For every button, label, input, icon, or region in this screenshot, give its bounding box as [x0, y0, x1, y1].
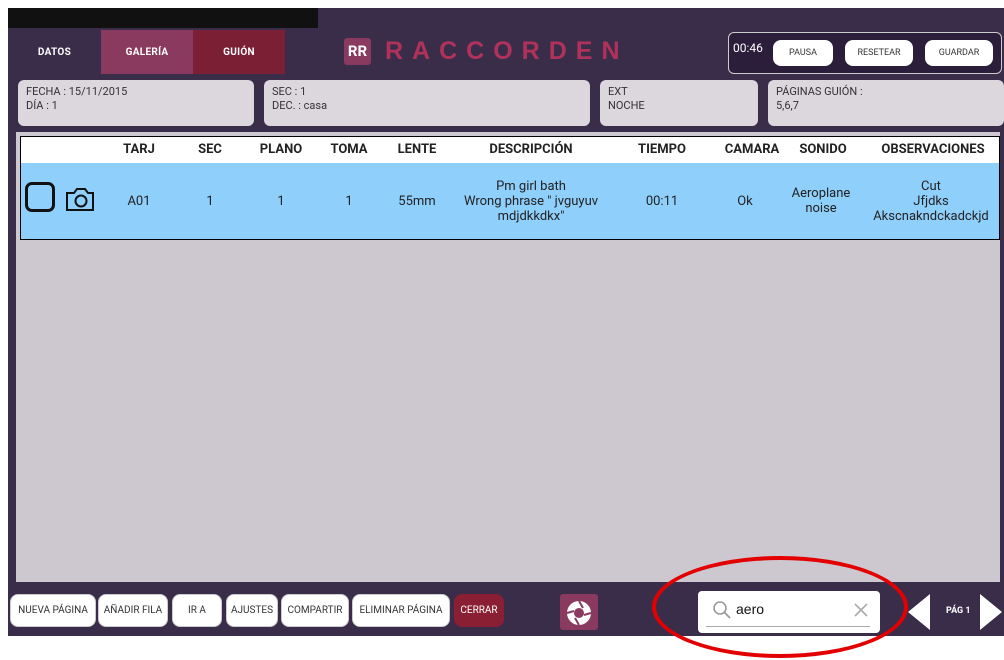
col-tarj: TARJ: [123, 142, 155, 157]
script-grid: TARJ SEC PLANO TOMA LENTE DESCRIPCIÓN TI…: [16, 132, 1000, 582]
fecha-label: FECHA : 15/11/2015: [26, 85, 128, 98]
cell-plano: 1: [277, 193, 285, 209]
clear-icon[interactable]: [854, 603, 868, 617]
sonido-line: noise: [805, 201, 837, 216]
search-box: [698, 591, 880, 633]
sequence-panel: SEC : 1 DEC. : casa: [264, 80, 590, 126]
cell-tarj: A01: [127, 193, 151, 209]
col-plano: PLANO: [259, 142, 303, 157]
bottom-toolbar: NUEVA PÁGINA AÑADIR FILA IR A AJUSTES CO…: [8, 588, 1004, 636]
go-to-button[interactable]: IR A: [172, 594, 222, 627]
sonido-line: Aeroplane: [791, 186, 851, 201]
tab-datos[interactable]: DATOS: [8, 30, 101, 74]
pause-button[interactable]: PAUSA: [773, 40, 833, 66]
status-strip-right: [318, 8, 1004, 28]
cell-sonido: Aeroplane noise: [781, 163, 861, 239]
status-strip: [8, 8, 318, 28]
cell-tiempo: 00:11: [645, 193, 679, 209]
pages-panel: PÁGINAS GUIÓN : 5,6,7: [768, 80, 1004, 126]
settings-button[interactable]: AJUSTES: [226, 594, 278, 627]
cell-camara: Ok: [737, 193, 753, 209]
table-row[interactable]: A01 1 1 1 55mm Pm girl bath Wrong phrase…: [21, 163, 999, 239]
observaciones-line: Jfjdks: [913, 193, 949, 209]
tab-guion[interactable]: GUIÓN: [193, 30, 285, 74]
new-page-button[interactable]: NUEVA PÁGINA: [10, 594, 96, 627]
close-button[interactable]: CERRAR: [454, 594, 504, 627]
script-table: TARJ SEC PLANO TOMA LENTE DESCRIPCIÓN TI…: [20, 136, 1000, 240]
descripcion-line: Pm girl bath: [496, 178, 566, 194]
ext-label: EXT: [608, 85, 628, 98]
app-window: DATOS GALERÍA GUIÓN RR RACCORDEN 00:46 P…: [8, 8, 1004, 636]
cell-lente: 55mm: [398, 193, 436, 209]
noche-label: NOCHE: [608, 99, 645, 112]
cell-sec: 1: [206, 193, 214, 209]
col-sonido: SONIDO: [799, 142, 847, 157]
dec-label: DEC. : casa: [272, 99, 328, 112]
search-input[interactable]: [706, 591, 870, 627]
cell-toma: 1: [345, 193, 353, 209]
table-header: TARJ SEC PLANO TOMA LENTE DESCRIPCIÓN TI…: [21, 137, 999, 164]
timer-panel: 00:46 PAUSA RESETEAR GUARDAR: [728, 32, 1002, 74]
col-tiempo: TIEMPO: [638, 142, 686, 157]
logo-mark: RR: [344, 37, 371, 65]
col-camara: CAMARA: [724, 142, 780, 157]
dia-label: DÍA : 1: [26, 99, 58, 112]
timer-display: 00:46: [733, 41, 763, 55]
reset-button[interactable]: RESETEAR: [845, 40, 913, 66]
descripcion-line: mdjdkkdkx": [497, 208, 565, 224]
observaciones-line: Akscnakndckadckjd: [873, 208, 989, 224]
descripcion-line: Wrong phrase " jvguyuv: [463, 193, 599, 209]
sec-label: SEC : 1: [272, 85, 307, 98]
prev-page-icon[interactable]: [906, 592, 932, 632]
logo-word: RACCORDEN: [385, 36, 629, 65]
observaciones-line: Cut: [921, 178, 941, 194]
paginas-value: 5,6,7: [776, 99, 799, 112]
cell-observaciones: Cut Jfjdks Akscnakndckadckjd: [863, 163, 999, 239]
col-toma: TOMA: [330, 142, 368, 157]
tab-galeria[interactable]: GALERÍA: [101, 30, 193, 74]
aperture-icon: [566, 600, 592, 626]
camera-icon[interactable]: [64, 185, 96, 213]
share-button[interactable]: COMPARTIR: [281, 594, 349, 627]
save-button[interactable]: GUARDAR: [925, 40, 993, 66]
tab-bar: DATOS GALERÍA GUIÓN: [8, 30, 285, 74]
page-indicator: PÁG 1: [946, 606, 971, 616]
row-checkbox[interactable]: [25, 182, 55, 212]
delete-page-button[interactable]: ELIMINAR PÁGINA: [352, 594, 450, 627]
cell-descripcion: Pm girl bath Wrong phrase " jvguyuv mdjd…: [449, 163, 613, 239]
paginas-label: PÁGINAS GUIÓN :: [776, 85, 863, 98]
col-observaciones: OBSERVACIONES: [881, 142, 985, 157]
col-descripcion: DESCRIPCIÓN: [489, 142, 573, 157]
date-panel: FECHA : 15/11/2015 DÍA : 1: [18, 80, 254, 126]
add-row-button[interactable]: AÑADIR FILA: [98, 594, 168, 627]
next-page-icon[interactable]: [978, 592, 1004, 632]
ext-panel: EXT NOCHE: [600, 80, 758, 126]
app-logo: RR RACCORDEN: [344, 36, 629, 66]
col-sec: SEC: [198, 142, 222, 157]
aperture-logo-icon[interactable]: [560, 594, 598, 630]
col-lente: LENTE: [397, 142, 437, 157]
